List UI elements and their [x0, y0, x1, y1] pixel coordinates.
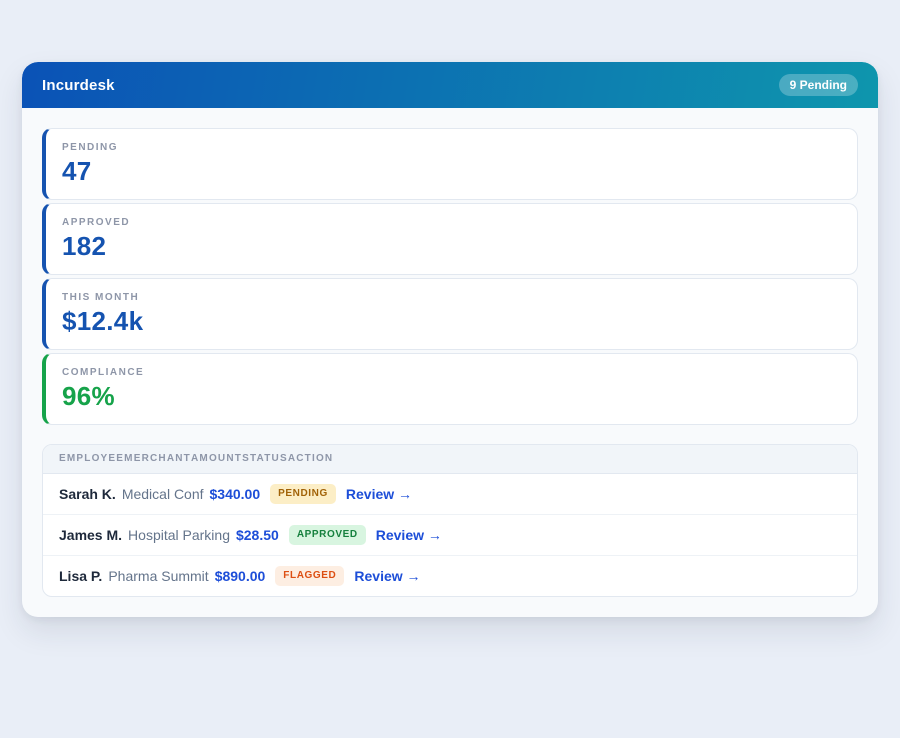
stat-label: COMPLIANCE	[62, 366, 841, 379]
stat-label: PENDING	[62, 141, 841, 154]
employee-name: James M.	[59, 525, 122, 545]
merchant-name: Hospital Parking	[128, 525, 230, 545]
review-link[interactable]: Review →	[376, 525, 442, 545]
status-badge: FLAGGED	[275, 566, 344, 586]
expense-table: EMPLOYEE MERCHANT AMOUNT STATUS ACTION S…	[42, 444, 858, 597]
column-header-merchant: MERCHANT	[124, 453, 191, 465]
status-badge: PENDING	[270, 484, 336, 504]
table-header-row: EMPLOYEE MERCHANT AMOUNT STATUS ACTION	[43, 445, 857, 474]
stat-label: APPROVED	[62, 216, 841, 229]
stat-card-compliance: COMPLIANCE 96%	[42, 353, 858, 425]
pending-count-badge: 9 Pending	[779, 74, 858, 96]
app-header: Incurdesk 9 Pending	[22, 62, 878, 108]
stat-card-approved: APPROVED 182	[42, 203, 858, 275]
merchant-name: Pharma Summit	[108, 566, 208, 586]
review-link[interactable]: Review →	[346, 484, 412, 504]
review-link[interactable]: Review →	[354, 566, 420, 586]
stat-label: THIS MONTH	[62, 291, 841, 304]
app-title: Incurdesk	[42, 77, 115, 94]
column-header-action: ACTION	[288, 453, 334, 465]
stat-card-this-month: THIS MONTH $12.4k	[42, 278, 858, 350]
stat-value: 96%	[62, 382, 841, 412]
app-panel: Incurdesk 9 Pending PENDING 47 APPROVED …	[22, 62, 878, 617]
amount-value: $340.00	[210, 484, 261, 504]
table-row: Lisa P. Pharma Summit $890.00 FLAGGED Re…	[43, 556, 857, 596]
table-row: Sarah K. Medical Conf $340.00 PENDING Re…	[43, 474, 857, 515]
amount-value: $28.50	[236, 525, 279, 545]
amount-value: $890.00	[215, 566, 266, 586]
stat-value: $12.4k	[62, 307, 841, 337]
employee-name: Lisa P.	[59, 566, 102, 586]
stat-value: 182	[62, 232, 841, 262]
stat-value: 47	[62, 157, 841, 187]
table-row: James M. Hospital Parking $28.50 APPROVE…	[43, 515, 857, 556]
status-badge: APPROVED	[289, 525, 366, 545]
column-header-employee: EMPLOYEE	[59, 453, 124, 465]
employee-name: Sarah K.	[59, 484, 116, 504]
main-content: PENDING 47 APPROVED 182 THIS MONTH $12.4…	[22, 108, 878, 617]
column-header-status: STATUS	[242, 453, 288, 465]
column-header-amount: AMOUNT	[191, 453, 242, 465]
merchant-name: Medical Conf	[122, 484, 204, 504]
stat-card-pending: PENDING 47	[42, 128, 858, 200]
